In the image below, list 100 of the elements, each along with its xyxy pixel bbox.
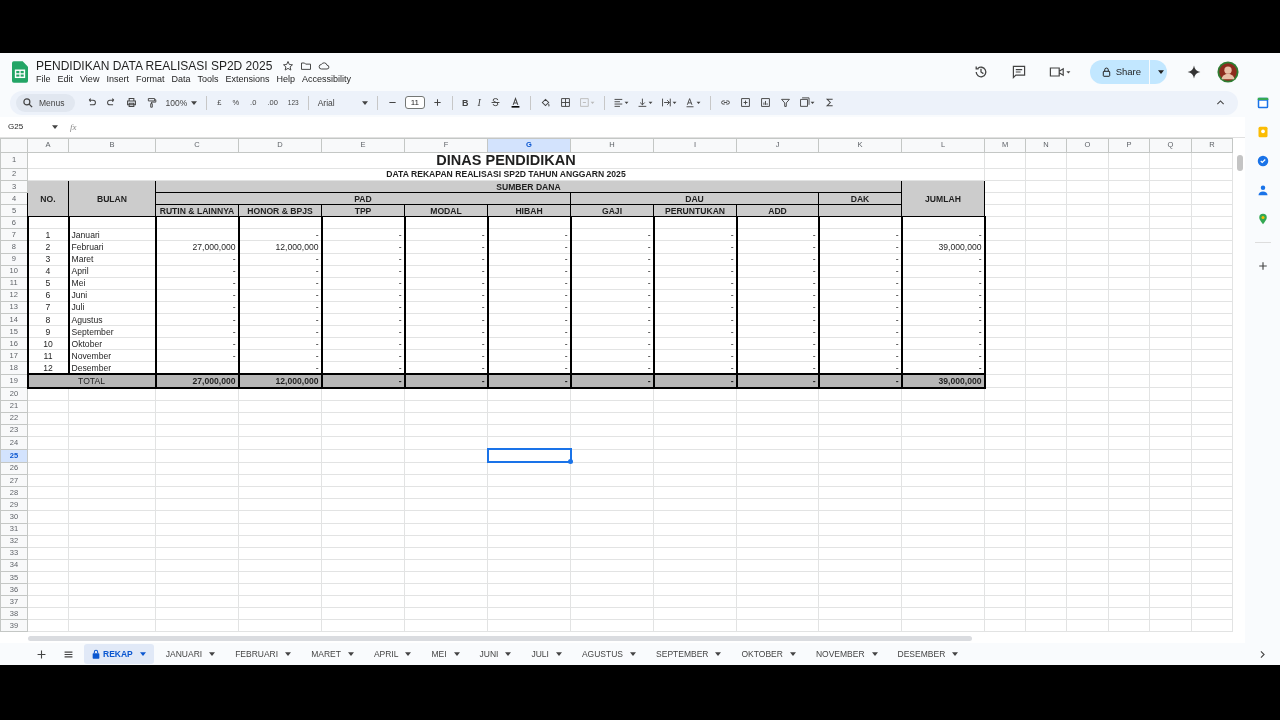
horizontal-scrollbar[interactable]	[28, 635, 972, 641]
table-cell: 7	[45, 302, 51, 313]
menu-item[interactable]: Help	[276, 74, 295, 85]
bold-button[interactable]: B	[460, 97, 471, 108]
fill-handle[interactable]	[567, 459, 573, 465]
table-cell: -	[730, 254, 734, 265]
table-cell: -	[895, 241, 899, 252]
table-cell: -	[232, 266, 236, 277]
tasks-icon[interactable]	[1256, 155, 1269, 167]
table-cell: -	[481, 362, 485, 373]
borders-icon[interactable]	[559, 97, 571, 109]
document-title[interactable]: PENDIDIKAN DATA REALISASI SP2D 2025	[36, 59, 273, 74]
comment-icon[interactable]	[1010, 63, 1027, 80]
sheet-tab[interactable]: DESEMBER	[889, 644, 967, 664]
contacts-icon[interactable]	[1256, 184, 1269, 196]
table-cell: -	[481, 254, 485, 265]
text-wrap-icon[interactable]	[660, 97, 678, 109]
italic-button[interactable]: I	[475, 97, 483, 109]
table-cell: -	[564, 290, 568, 301]
sheet-tab[interactable]: MARET	[303, 644, 362, 664]
star-icon[interactable]	[282, 60, 295, 73]
report-subtitle: DATA REKAPAN REALISASI SP2D TAHUN ANGGARN 2025	[386, 169, 626, 180]
print-icon[interactable]	[125, 97, 137, 109]
table-cell: April	[71, 266, 89, 277]
sheet-tab[interactable]: MEI	[423, 644, 468, 664]
total-cell: -	[818, 374, 902, 388]
table-cell: -	[812, 229, 816, 240]
menu-item[interactable]: Accessibility	[302, 74, 351, 85]
sheet-tab[interactable]: OKTOBER	[733, 644, 804, 664]
map-pin-icon[interactable]	[1256, 213, 1269, 225]
share-options-button[interactable]	[1149, 59, 1167, 84]
total-cell: 12,000,000	[238, 374, 322, 388]
menu-item[interactable]: Edit	[57, 74, 74, 85]
table-cell: 27,000,000	[192, 241, 236, 252]
cloud-icon[interactable]	[318, 60, 331, 73]
sheet-tab[interactable]: SEPTEMBER	[648, 644, 730, 664]
fill-color-icon[interactable]	[539, 97, 551, 109]
vertical-align-icon[interactable]	[636, 97, 654, 109]
redo-icon[interactable]	[105, 97, 117, 109]
table-cell: -	[481, 350, 485, 361]
menu-item[interactable]: Format	[135, 74, 165, 85]
filter-icon[interactable]	[779, 97, 791, 109]
plus-icon[interactable]	[432, 97, 443, 109]
comment-add-icon[interactable]	[739, 97, 751, 109]
vertical-scrollbar[interactable]	[1237, 154, 1243, 171]
table-cell: -	[481, 290, 485, 301]
table-cell: -	[647, 362, 651, 373]
menu-item[interactable]: Insert	[106, 74, 129, 85]
add-sheet-icon[interactable]	[36, 648, 47, 660]
menu-item[interactable]: Data	[171, 74, 191, 85]
font-dropdown[interactable]: Arial	[315, 97, 370, 108]
table-cell: -	[564, 266, 568, 277]
total-cell: 27,000,000	[155, 374, 239, 388]
zoom-dropdown[interactable]: 100%	[163, 97, 200, 108]
add-icon[interactable]	[1256, 260, 1269, 272]
folder-icon[interactable]	[300, 60, 313, 73]
chart-icon[interactable]	[759, 97, 771, 109]
menu-item[interactable]: File	[36, 74, 51, 85]
functions-icon[interactable]	[823, 97, 835, 109]
caret-icon	[555, 652, 562, 656]
sheet-tab[interactable]: JUNI	[471, 644, 520, 664]
name-box[interactable]: G25	[8, 122, 58, 132]
header-cell: BULAN	[68, 180, 156, 217]
strikethrough-icon[interactable]	[489, 97, 501, 109]
menu-item[interactable]: Tools	[197, 74, 219, 85]
text-color-icon[interactable]	[509, 97, 521, 109]
table-cell: -	[978, 338, 982, 349]
menu-item[interactable]: Extensions	[225, 74, 270, 85]
sheet-tab[interactable]: AGUSTUS	[573, 644, 645, 664]
paint-format-icon[interactable]	[145, 97, 157, 109]
sheet-tab[interactable]: FEBRUARI	[227, 644, 300, 664]
header-cell: JUMLAH	[901, 180, 985, 217]
table-cell: Oktober	[71, 338, 103, 349]
table-cell: -	[315, 266, 319, 277]
sheet-tab[interactable]: NOVEMBER	[807, 644, 886, 664]
selected-cell[interactable]	[487, 449, 571, 463]
align-icon[interactable]	[612, 97, 630, 109]
sheet-tab[interactable]: REKAP	[84, 644, 154, 664]
menu-search-field[interactable]: Menus	[16, 93, 75, 112]
table-cell: 1	[45, 229, 51, 240]
menu-icon[interactable]	[63, 648, 74, 660]
calendar-icon[interactable]	[1256, 97, 1269, 109]
sheet-tab[interactable]: JANUARI	[157, 644, 224, 664]
font-size-field[interactable]: 11	[404, 96, 425, 110]
sheet-tab[interactable]: JULI	[523, 644, 570, 664]
sheets-logo-icon[interactable]	[12, 60, 28, 83]
avatar[interactable]	[1217, 60, 1239, 83]
table-cell: -	[398, 229, 402, 240]
header-cell: NO.	[27, 180, 69, 217]
sheet-tab[interactable]: APRIL	[365, 644, 420, 664]
table-cell: -	[481, 338, 485, 349]
text-rotation-icon[interactable]	[684, 97, 702, 109]
table-cell: -	[895, 314, 899, 325]
menu-item[interactable]: View	[80, 74, 100, 85]
share-button[interactable]: Share	[1089, 59, 1149, 84]
caret-icon	[361, 100, 368, 105]
caret-icon	[871, 652, 878, 656]
table-cell: -	[232, 278, 236, 289]
filter-views-icon[interactable]	[798, 97, 816, 109]
table-cell: -	[315, 350, 319, 361]
